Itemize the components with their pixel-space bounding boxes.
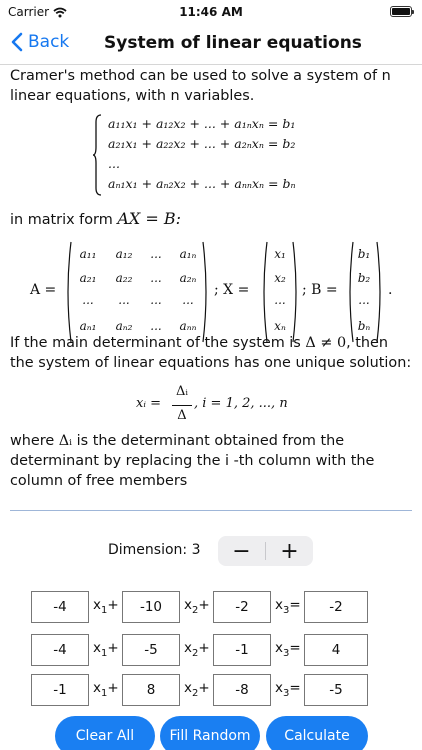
a-cell: a₂₂ (115, 271, 133, 285)
matrix-definitions: A = a₁₁ a₁₂ ... a₁ₙ a₂₁ a₂₂ ... a₂ₙ ... … (30, 241, 410, 343)
variable-label: x2+ (184, 640, 210, 659)
equation-system: a₁₁x₁ + a₁₂x₂ + ... + a₁ₙxₙ = b₁ a₂₁x₁ +… (92, 114, 342, 196)
coefficient-input[interactable]: 8 (122, 674, 180, 706)
nav-divider (0, 64, 422, 65)
chevron-left-icon (11, 32, 23, 52)
variable-label: x1+ (93, 597, 119, 616)
coefficient-input[interactable]: -4 (31, 591, 89, 623)
determinant-text-before: If the main determinant of the system is (10, 335, 306, 351)
page-title: System of linear equations (104, 33, 362, 53)
a-cell: a₂₁ (79, 271, 97, 285)
coefficient-input[interactable]: -5 (122, 634, 180, 666)
status-time: 11:46 AM (179, 5, 243, 19)
calculate-button[interactable]: Calculate (266, 716, 368, 750)
matrix-x-label: ; X = (214, 282, 250, 298)
status-bar: Carrier 11:46 AM (0, 0, 422, 24)
matrix-b-label: ; B = (302, 282, 338, 298)
increment-button[interactable]: + (266, 536, 313, 566)
variable-label: x3= (275, 680, 301, 699)
matrix-end-period: . (388, 282, 393, 298)
matrix-form-equation: AX = B: (117, 209, 181, 228)
dimension-label: Dimension: 3 (108, 542, 201, 558)
equation-row: -4 x1+ -5 x2+ -1 x3= 4 (31, 634, 391, 666)
variable-label: x2+ (184, 680, 210, 699)
coefficient-input[interactable]: -10 (122, 591, 180, 623)
nav-bar: Back System of linear equations (0, 24, 422, 64)
a-cell: a₂ₙ (179, 271, 197, 285)
a-cell: aₙ₁ (79, 319, 97, 333)
determinant-condition: Δ ≠ 0 (305, 335, 347, 351)
constant-input[interactable]: 4 (304, 634, 368, 666)
a-cell: aₙ₂ (115, 319, 133, 333)
matrix-form-prefix: in matrix form (10, 212, 118, 228)
variable-label: x1+ (93, 680, 119, 699)
formula-lhs: xᵢ = (136, 396, 161, 411)
coefficient-input[interactable]: -2 (213, 591, 271, 623)
variable-label: x2+ (184, 597, 210, 616)
matrix-a-right-paren (202, 241, 207, 343)
system-row-2: a₂₁x₁ + a₂₂x₂ + ... + a₂ₙxₙ = b₂ (108, 136, 296, 151)
clear-all-button[interactable]: Clear All (55, 716, 155, 750)
cramer-formula: xᵢ = Δᵢ Δ , i = 1, 2, ..., n (136, 384, 336, 428)
variable-label: x1+ (93, 640, 119, 659)
a-cell: ... (150, 293, 162, 307)
determinant-text: If the main determinant of the system is… (0, 333, 422, 373)
dimension-stepper[interactable]: − + (218, 536, 313, 566)
system-row-3: ... (108, 156, 120, 171)
a-cell: ... (82, 293, 94, 307)
intro-text: Cramer's method can be used to solve a s… (10, 68, 391, 104)
a-cell: aₙₙ (179, 319, 197, 333)
variable-label: x3= (275, 597, 301, 616)
a-cell: a₁₁ (79, 247, 97, 261)
system-row-4: aₙ₁x₁ + aₙ₂x₂ + ... + aₙₙxₙ = bₙ (108, 176, 296, 191)
matrix-form-label: in matrix form AX = B: (10, 209, 181, 228)
matrix-a-label: A = (30, 282, 57, 298)
battery-icon (390, 6, 414, 17)
formula-denominator: Δ (177, 408, 187, 423)
coefficient-input[interactable]: -1 (31, 674, 89, 706)
system-row-1: a₁₁x₁ + a₁₂x₂ + ... + a₁ₙxₙ = b₁ (108, 116, 296, 131)
a-cell: ... (150, 271, 162, 285)
a-cell: ... (150, 247, 162, 261)
formula-rhs: , i = 1, 2, ..., n (194, 396, 288, 411)
a-cell: a₁ₙ (179, 247, 197, 261)
fraction-bar (172, 405, 192, 406)
variable-label: x3= (275, 640, 301, 659)
matrix-b-right-paren (376, 241, 381, 343)
constant-input[interactable]: -5 (304, 674, 368, 706)
left-brace-icon (92, 114, 102, 196)
decrement-button[interactable]: − (218, 536, 265, 566)
theory-content: Cramer's method can be used to solve a s… (0, 66, 422, 489)
a-cell: ... (118, 293, 130, 307)
section-divider (10, 510, 412, 511)
a-cell: ... (182, 293, 194, 307)
coefficient-input[interactable]: -8 (213, 674, 271, 706)
where-text-before: where (10, 433, 59, 449)
fill-random-button[interactable]: Fill Random (160, 716, 260, 750)
a-cell: a₁₂ (115, 247, 133, 261)
where-delta: Δᵢ (58, 433, 73, 449)
matrix-a-left-paren (67, 241, 72, 343)
back-button[interactable]: Back (10, 32, 69, 52)
where-text: where Δᵢ is the determinant obtained fro… (0, 431, 422, 491)
coefficient-input[interactable]: -4 (31, 634, 89, 666)
equation-row: -1 x1+ 8 x2+ -8 x3= -5 (31, 674, 391, 706)
back-label: Back (28, 32, 70, 52)
equation-row: -4 x1+ -10 x2+ -2 x3= -2 (31, 591, 391, 623)
coefficient-input[interactable]: -1 (213, 634, 271, 666)
formula-numerator: Δᵢ (175, 384, 188, 399)
a-cell: ... (150, 319, 162, 333)
constant-input[interactable]: -2 (304, 591, 368, 623)
matrix-x-right-paren (292, 241, 297, 343)
